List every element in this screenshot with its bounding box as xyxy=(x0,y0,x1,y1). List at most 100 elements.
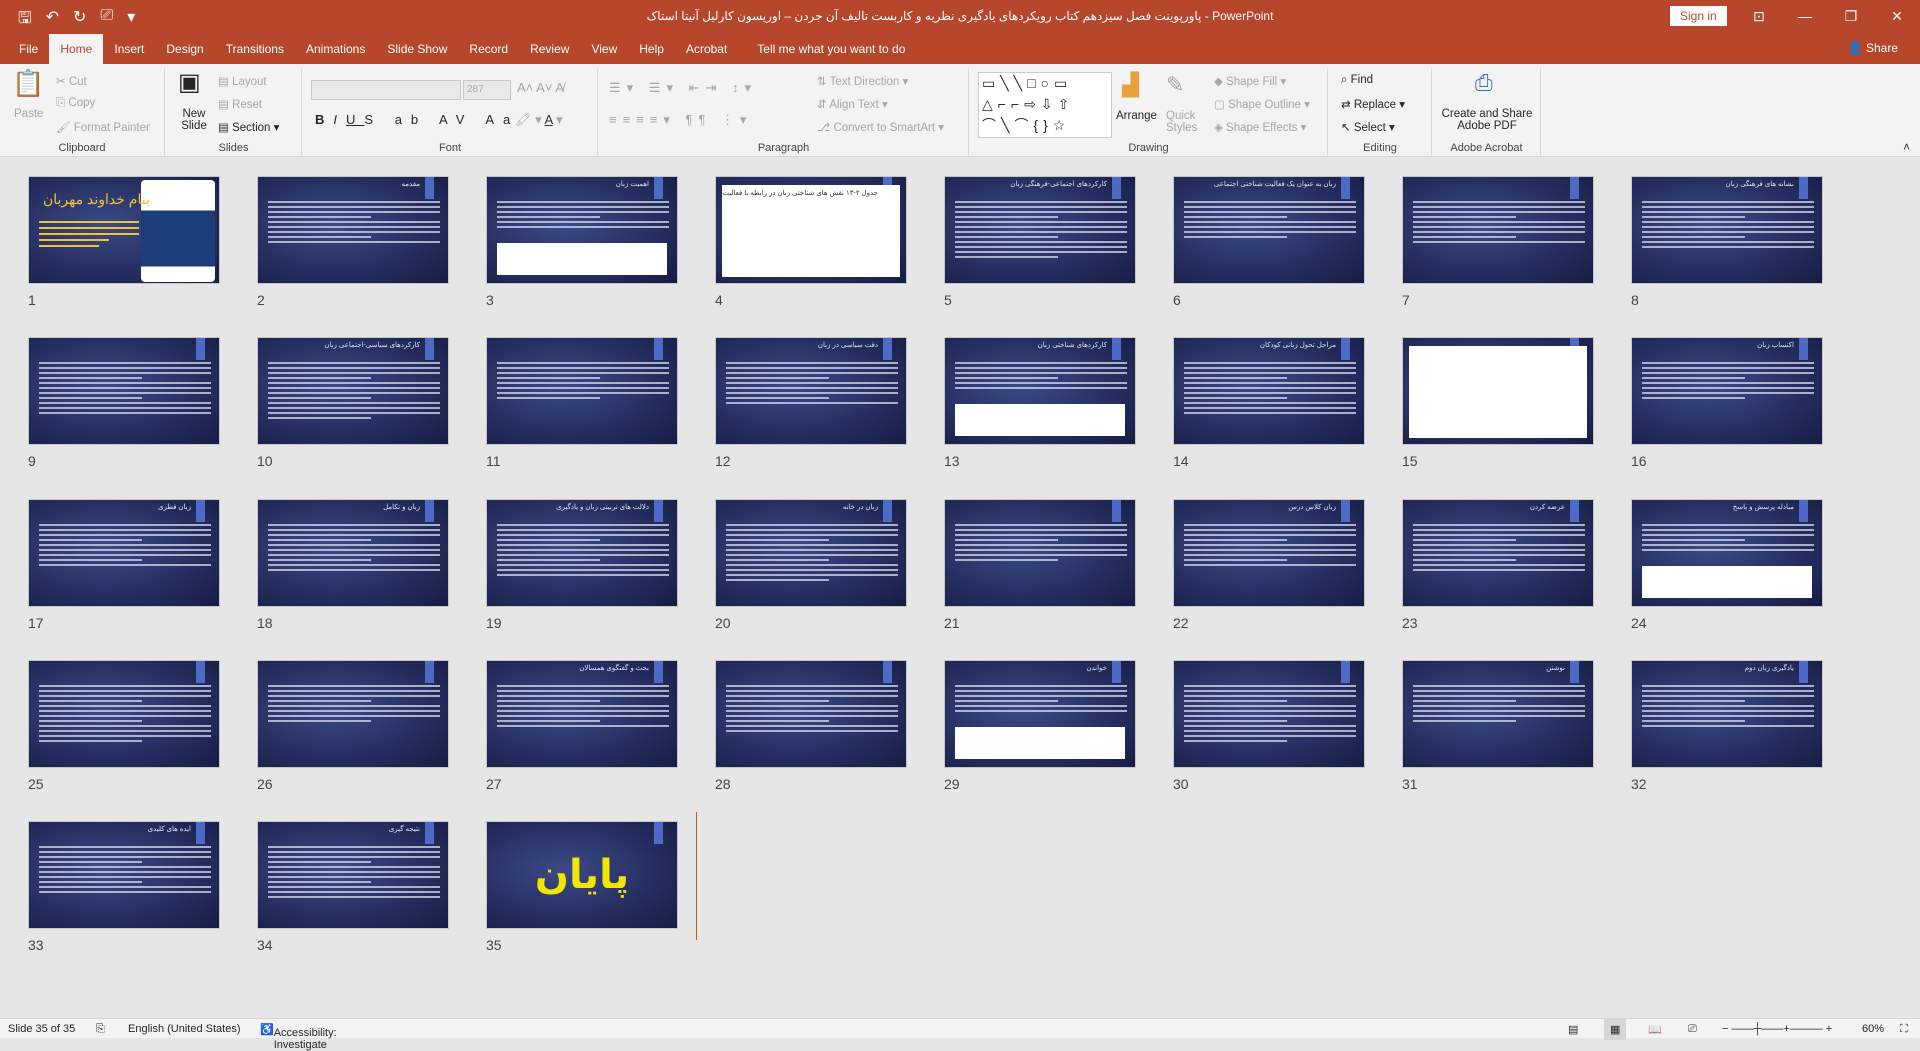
minimize-button[interactable]: — xyxy=(1782,0,1828,34)
body-text-lines xyxy=(39,362,211,417)
arrange-icon: ▟ xyxy=(1122,72,1139,97)
slide-thumbnail-1[interactable]: بنام خداوند مهربان xyxy=(28,176,220,284)
slide-thumbnail-12[interactable]: دقت سیاسی در زبان xyxy=(715,337,907,445)
tab-transitions[interactable]: Transitions xyxy=(215,34,295,64)
tab-tell-me-what-you-want-to-do[interactable]: Tell me what you want to do xyxy=(746,34,916,64)
replace-button[interactable]: ⇄ Replace ▾ xyxy=(1341,97,1405,111)
slide-thumbnail-31[interactable]: نوشتن xyxy=(1402,660,1594,768)
close-button[interactable]: ✕ xyxy=(1874,0,1920,34)
slide-number: 35 xyxy=(486,937,502,953)
slide-thumbnail-25[interactable] xyxy=(28,660,220,768)
tab-help[interactable]: Help xyxy=(628,34,675,64)
tab-animations[interactable]: Animations xyxy=(295,34,376,64)
font-name-input[interactable] xyxy=(311,80,461,100)
slide-thumbnail-21[interactable] xyxy=(944,499,1136,607)
collapse-ribbon-icon[interactable]: ˄ xyxy=(1903,142,1910,154)
paste-icon[interactable]: 📋 xyxy=(12,68,44,99)
reset-button[interactable]: ▤ Reset xyxy=(218,97,262,111)
align-buttons[interactable]: ≡≡≡≡▾ ¶¶ ⋮▾ xyxy=(609,112,753,128)
slide-sorter-view-icon[interactable]: ▦ xyxy=(1604,1019,1627,1040)
select-button[interactable]: ↖ Select ▾ xyxy=(1341,120,1395,134)
slide-thumbnail-4[interactable]: جدول ۲-۱۳ نقش های شناختی زبان در رابطه ب… xyxy=(715,176,907,284)
slide-thumbnail-20[interactable]: زبان در خانه xyxy=(715,499,907,607)
zoom-level[interactable]: 60% xyxy=(1862,1023,1884,1035)
copy-button[interactable]: ⎘ Copy xyxy=(56,97,95,110)
ribbon-display-icon[interactable]: ⊡ xyxy=(1736,0,1782,34)
slide-thumbnail-19[interactable]: دلالت های تربیتی زبان و یادگیری xyxy=(486,499,678,607)
format-painter-button[interactable]: 🖌 Format Painter xyxy=(56,120,150,134)
tab-record[interactable]: Record xyxy=(458,34,519,64)
slide-thumbnail-13[interactable]: کارکردهای شناختی زبان xyxy=(944,337,1136,445)
accessibility-button[interactable]: ♿ Accessibility: Investigate xyxy=(260,1023,337,1051)
notes-check-icon[interactable]: ⎘ xyxy=(96,1023,105,1036)
tab-home[interactable]: Home xyxy=(49,34,104,64)
slide-thumbnail-29[interactable]: خواندن xyxy=(944,660,1136,768)
slide-thumbnail-2[interactable]: مقدمه xyxy=(257,176,449,284)
tab-view[interactable]: View xyxy=(580,34,628,64)
slide-thumbnail-27[interactable]: بحث و گفتگوی همسالان xyxy=(486,660,678,768)
group-drawing: ▭╲╲□○▭ △⌐⌐⇨⇩⇧ ⌒╲⌒{}☆ ▟ Arrange ✎ Quick S… xyxy=(970,68,1328,156)
slide-thumbnail-3[interactable]: اهمیت زبان xyxy=(486,176,678,284)
list-buttons[interactable]: ☰▾ ☰▾ ⇤⇥ ↕▾ xyxy=(609,80,757,96)
slide-thumbnail-23[interactable]: عرضه کردن xyxy=(1402,499,1594,607)
slide-thumbnail-16[interactable]: اکتساب زبان xyxy=(1631,337,1823,445)
slide-thumbnail-14[interactable]: مراحل تحول زبانی کودکان xyxy=(1173,337,1365,445)
create-share-pdf-button[interactable]: Create and Share Adobe PDF xyxy=(1437,108,1537,132)
slide-thumbnail-5[interactable]: کارکردهای اجتماعی-فرهنگی زبان xyxy=(944,176,1136,284)
align-text-button[interactable]: ⇵ Align Text ▾ xyxy=(817,97,888,111)
section-button[interactable]: ▤ Section ▾ xyxy=(218,120,279,134)
text-direction-button[interactable]: ⇅ Text Direction ▾ xyxy=(817,74,908,88)
slide-thumbnail-17[interactable]: زبان فطری xyxy=(28,499,220,607)
sign-in-button[interactable]: Sign in xyxy=(1670,6,1727,26)
paste-button[interactable]: Paste xyxy=(14,108,43,120)
slide-show-icon[interactable]: ⎚ xyxy=(1688,1023,1697,1036)
slide-thumbnail-35[interactable]: پایان xyxy=(486,821,678,929)
slide-thumbnail-24[interactable]: مبادله پرسش و پاسخ xyxy=(1631,499,1823,607)
slide-thumbnail-18[interactable]: زبان و تکامل xyxy=(257,499,449,607)
font-format-buttons[interactable]: BIUS ab AV Aa xyxy=(315,112,519,127)
layout-button[interactable]: ▤ Layout xyxy=(218,74,267,88)
font-size-input[interactable]: 287 xyxy=(463,80,511,100)
tab-design[interactable]: Design xyxy=(155,34,214,64)
slide-thumbnail-32[interactable]: یادگیری زبان دوم xyxy=(1631,660,1823,768)
tab-insert[interactable]: Insert xyxy=(103,34,155,64)
cut-button[interactable]: ✂ Cut xyxy=(56,74,87,88)
new-slide-button[interactable]: New Slide xyxy=(176,108,212,132)
slide-thumbnail-30[interactable] xyxy=(1173,660,1365,768)
fit-to-window-icon[interactable]: ⛶ xyxy=(1900,1023,1908,1036)
shapes-gallery[interactable]: ▭╲╲□○▭ △⌐⌐⇨⇩⇧ ⌒╲⌒{}☆ xyxy=(978,72,1112,138)
shape-outline-button[interactable]: ▢ Shape Outline ▾ xyxy=(1214,97,1310,111)
slide-thumbnail-28[interactable] xyxy=(715,660,907,768)
tab-file[interactable]: File xyxy=(8,34,49,64)
restore-button[interactable]: ❐ xyxy=(1828,0,1874,34)
slide-thumbnail-26[interactable] xyxy=(257,660,449,768)
font-size-buttons[interactable]: A˄ A˅ A̸ xyxy=(517,80,564,95)
slide-thumbnail-9[interactable] xyxy=(28,337,220,445)
find-button[interactable]: ⌕ Find xyxy=(1341,74,1373,87)
normal-view-icon[interactable]: ▤ xyxy=(1568,1023,1578,1036)
slide-thumbnail-15[interactable] xyxy=(1402,337,1594,445)
slide-thumbnail-6[interactable]: زبان به عنوان یک فعالیت شناختی اجتماعی xyxy=(1173,176,1365,284)
convert-smartart-button[interactable]: ⎇ Convert to SmartArt ▾ xyxy=(817,120,944,134)
slide-sorter: بنام خداوند مهربان 1 مقدمه 2 اهمیت زبان 3 جدول… xyxy=(0,158,1920,1018)
shape-fill-button[interactable]: ◆ Shape Fill ▾ xyxy=(1214,74,1286,88)
quick-styles-button[interactable]: Quick Styles xyxy=(1166,110,1200,134)
slide-thumbnail-33[interactable]: ایده های کلیدی xyxy=(28,821,220,929)
slide-thumbnail-8[interactable]: نشانه های فرهنگی زبان xyxy=(1631,176,1823,284)
slide-thumbnail-22[interactable]: زبان کلاس درس xyxy=(1173,499,1365,607)
tab-review[interactable]: Review xyxy=(519,34,580,64)
new-slide-icon[interactable]: ▣ xyxy=(178,68,201,97)
font-color-buttons[interactable]: 🖍 ▾ A ▾ xyxy=(515,112,563,128)
slide-thumbnail-34[interactable]: نتیجه گیری xyxy=(257,821,449,929)
zoom-slider[interactable]: − ——┼——+——— + xyxy=(1722,1023,1832,1035)
share-button[interactable]: 👤 Share xyxy=(1848,41,1898,55)
tab-acrobat[interactable]: Acrobat xyxy=(675,34,738,64)
language-indicator[interactable]: English (United States) xyxy=(128,1023,241,1035)
slide-thumbnail-7[interactable] xyxy=(1402,176,1594,284)
slide-thumbnail-10[interactable]: کارکردهای سیاسی-اجتماعی زبان xyxy=(257,337,449,445)
reading-view-icon[interactable]: 📖 xyxy=(1648,1023,1662,1036)
tab-slide-show[interactable]: Slide Show xyxy=(376,34,458,64)
arrange-button[interactable]: Arrange xyxy=(1116,110,1157,122)
shape-effects-button[interactable]: ◈ Shape Effects ▾ xyxy=(1214,120,1306,134)
slide-thumbnail-11[interactable] xyxy=(486,337,678,445)
